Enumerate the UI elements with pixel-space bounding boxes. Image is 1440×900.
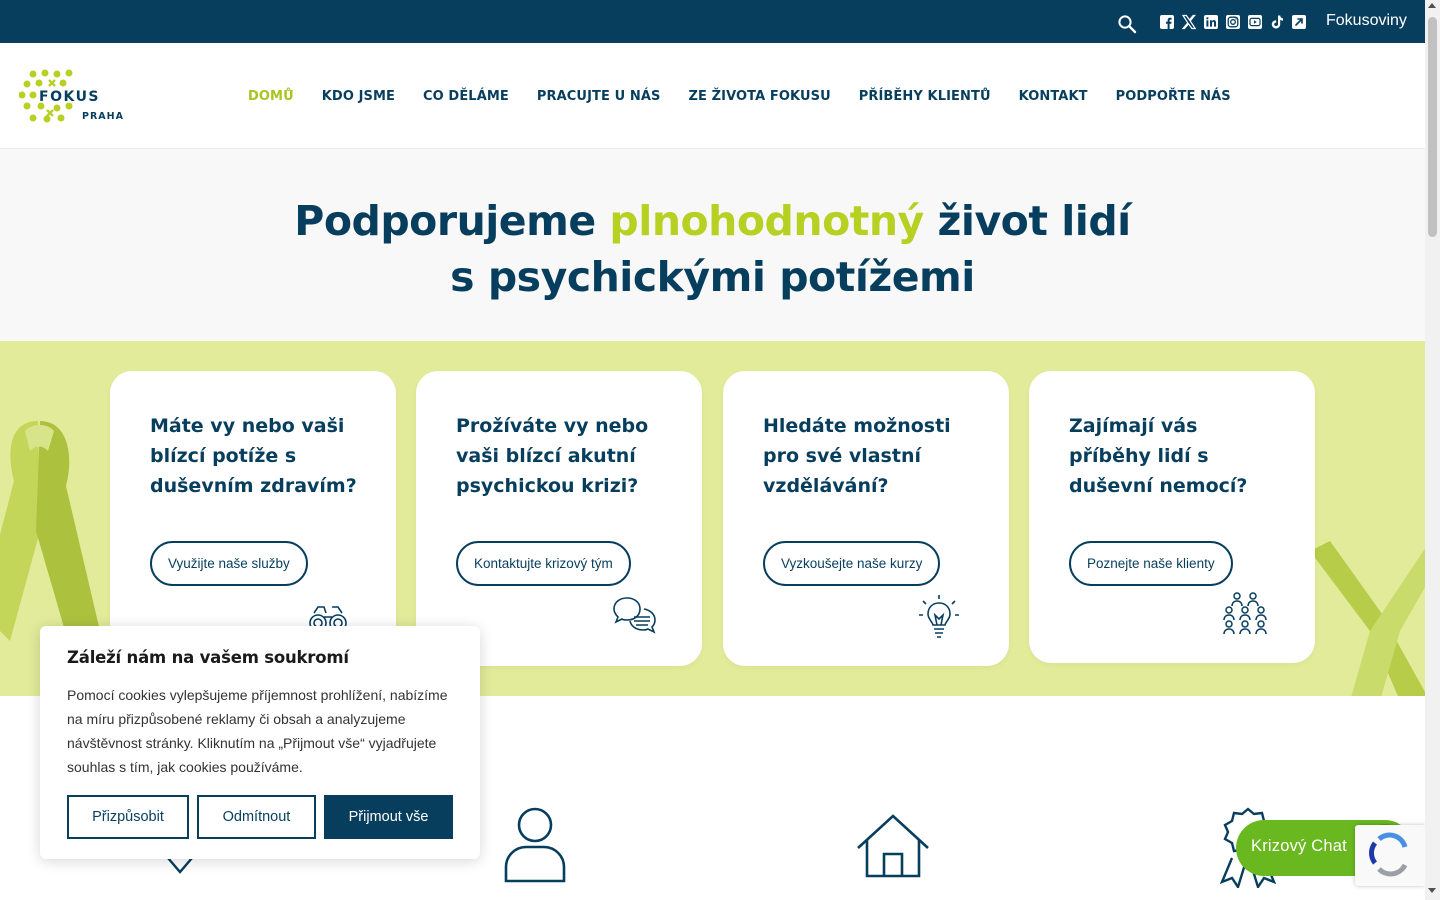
service-card-mental-health: Máte vy nebo vaši blízcí potíže s duševn… [110,371,396,666]
nav-item-pribehy-klientu[interactable]: PŘÍBĚHY KLIENTŮ [859,89,991,104]
person-icon [503,805,567,890]
service-card-stories: Zajímají vás příběhy lidí s duševní nemo… [1029,371,1315,663]
top-bar: Fokusoviny [0,0,1425,43]
try-courses-button[interactable]: Vyzkoušejte naše kurzy [763,541,941,586]
card-title: Máte vy nebo vaši blízcí potíže s duševn… [150,415,357,497]
nav-item-ze-zivota-fokusu[interactable]: ZE ŽIVOTA FOKUSU [688,89,830,104]
cookie-text: Pomocí cookies vylepšujeme příjemnost pr… [67,687,448,775]
card-title: Hledáte možnosti pro své vlastní vzděláv… [763,415,951,497]
hero-heading-line2: s psychickými potížemi [450,253,975,301]
service-card-crisis: Prožíváte vy nebo vaši blízcí akutní psy… [416,371,702,666]
fokus-praha-logo[interactable]: FOKUS PRAHA [18,68,125,126]
awareness-ribbon-left [0,421,100,641]
external-link-icon[interactable] [1291,14,1307,30]
meet-clients-button[interactable]: Poznejte naše klienty [1069,541,1233,586]
nav-item-pracujte-u-nas[interactable]: PRACUJTE U NÁS [537,89,661,104]
cookie-consent-banner: Záleží nám na vašem soukromí Pomocí cook… [40,626,480,859]
house-icon [855,812,931,885]
use-services-button[interactable]: Využijte naše služby [150,541,308,586]
recaptcha-badge[interactable] [1355,825,1425,886]
search-icon[interactable] [1117,14,1137,34]
scroll-down-arrow-icon[interactable] [1428,888,1436,893]
lightbulb-icon [915,593,963,641]
awareness-ribbon-right [1310,541,1425,696]
cookie-title: Záleží nám na vašem soukromí [67,648,349,667]
youtube-icon[interactable] [1247,14,1263,30]
svg-text:PRAHA: PRAHA [82,111,124,122]
cookie-accept-all-button[interactable]: Přijmout vše [324,795,453,839]
x-icon[interactable] [1181,14,1197,30]
linkedin-icon[interactable] [1203,14,1219,30]
nav-item-domu[interactable]: DOMŮ [248,89,294,104]
fokusoviny-link[interactable]: Fokusoviny [1326,12,1407,30]
nav-item-kdo-jsme[interactable]: KDO JSME [322,89,395,104]
facebook-icon[interactable] [1159,14,1175,30]
people-group-icon [1221,591,1269,639]
chat-bubbles-icon [610,593,658,641]
service-card-education: Hledáte možnosti pro své vlastní vzděláv… [723,371,1009,666]
cookie-reject-button[interactable]: Odmítnout [197,795,316,839]
main-nav: DOMŮ KDO JSME CO DĚLÁME PRACUJTE U NÁS Z… [248,89,1259,104]
hero-section: Podporujeme plnohodnotný život lidí s ps… [0,149,1425,341]
svg-text:FOKUS: FOKUS [39,89,100,105]
crisis-chat-label: Krizový Chat [1251,837,1347,855]
contact-crisis-team-button[interactable]: Kontaktujte krizový tým [456,541,631,586]
tiktok-icon[interactable] [1269,14,1285,30]
social-links [1159,14,1307,30]
card-title: Zajímají vás příběhy lidí s duševní nemo… [1069,415,1248,497]
page-scrollbar[interactable] [1425,0,1440,900]
cookie-customize-button[interactable]: Přizpůsobit [67,795,189,839]
site-header: FOKUS PRAHA DOMŮ KDO JSME CO DĚLÁME PRAC… [0,43,1425,149]
hero-heading: Podporujeme plnohodnotný život lidí s ps… [0,193,1425,305]
scrollbar-thumb[interactable] [1428,17,1437,237]
instagram-icon[interactable] [1225,14,1241,30]
hero-heading-end: život lidí [923,197,1132,245]
scroll-up-arrow-icon[interactable] [1428,3,1436,8]
nav-item-podporte-nas[interactable]: PODPOŘTE NÁS [1116,89,1231,104]
hero-heading-start: Podporujeme [294,197,610,245]
nav-item-co-delame[interactable]: CO DĚLÁME [423,89,509,104]
hero-heading-accent: plnohodnotný [609,197,924,245]
nav-item-kontakt[interactable]: KONTAKT [1019,89,1088,104]
card-title: Prožíváte vy nebo vaši blízcí akutní psy… [456,415,649,497]
